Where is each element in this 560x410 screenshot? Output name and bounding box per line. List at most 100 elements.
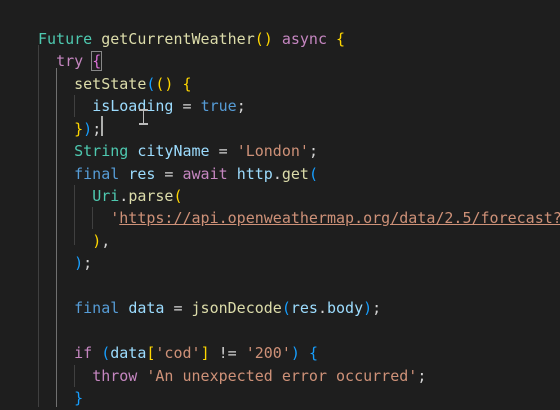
code-token: , [101,232,111,250]
code-token: cityName [137,142,210,160]
code-line[interactable]: }); [0,118,560,141]
code-token: res [128,165,156,183]
code-token: . [317,299,327,317]
code-line[interactable]: Future getCurrentWeather() async { [0,28,560,51]
code-token: data [110,344,147,362]
code-token: res [290,299,318,317]
code-token: = [173,97,201,115]
code-token: getCurrentWeather [101,30,255,48]
code-token: ( [101,344,111,362]
code-token: http [236,165,273,183]
code-token: try [56,52,84,70]
code-token: parse [128,187,174,205]
code-token: Future [38,30,93,48]
code-token: ( [281,299,291,317]
code-line[interactable]: } [0,387,560,410]
code-token: final [74,165,120,183]
code-token: { [308,344,318,362]
code-line[interactable]: if (data['cod'] != '200') { [0,342,560,365]
code-token: = [164,299,192,317]
code-token: ; [83,254,93,272]
code-token: 'London' [236,142,309,160]
code-token: } [74,389,84,407]
code-token: '200' [245,344,291,362]
code-token: Uri [92,187,120,205]
code-token: 'cod' [155,344,201,362]
code-token: { [91,51,103,71]
code-token: ; [417,367,427,385]
code-token: . [119,187,129,205]
code-line[interactable]: setState(() { [0,73,560,96]
code-line[interactable]: throw 'An unexpected error occurred'; [0,365,560,388]
code-token: } [74,120,84,138]
code-token: body [327,299,364,317]
code-token: = [155,165,183,183]
code-token: isLoading [92,97,174,115]
code-token: { [182,75,192,93]
code-token: ) [290,344,300,362]
code-line[interactable] [0,275,560,298]
code-token: ( [308,165,318,183]
code-line[interactable]: Uri.parse( [0,185,560,208]
code-token: if [74,344,93,362]
code-token: ; [372,299,382,317]
code-line[interactable]: isLoading = true; [0,95,560,118]
code-token: final [74,299,120,317]
mouse-ibeam-pointer [139,109,148,125]
code-token: . [272,165,282,183]
code-token: ' [110,209,120,227]
editor-top-edge [0,0,560,14]
code-token: ; [92,120,102,138]
code-line[interactable]: String cityName = 'London'; [0,140,560,163]
code-token: String [74,142,129,160]
code-token: ] [200,344,210,362]
code-token: ) [74,254,84,272]
code-token: await [182,165,228,183]
code-token: ( [173,187,183,205]
code-line[interactable]: final res = await http.get( [0,163,560,186]
code-token: ) [363,299,373,317]
code-token: () [254,30,273,48]
code-line[interactable]: 'https://api.openweathermap.org/data/2.5… [0,207,560,230]
code-token: ; [308,142,318,160]
code-token: { [336,30,346,48]
code-token: != [209,344,246,362]
code-editor[interactable]: Future getCurrentWeather() async { try {… [0,0,560,407]
code-line[interactable] [0,320,560,343]
code-line[interactable]: try { [0,50,560,73]
code-token: https://api.openweathermap.org/data/2.5/… [119,209,560,227]
code-line[interactable]: ); [0,252,560,275]
text-cursor [101,116,103,136]
code-token: throw [92,367,138,385]
code-line[interactable]: final data = jsonDecode(res.body); [0,297,560,320]
code-token: ) [83,120,93,138]
code-token: = [209,142,237,160]
code-token: async [281,30,327,48]
code-token: jsonDecode [191,299,282,317]
code-token: 'An unexpected error occurred' [146,367,418,385]
code-line[interactable]: ), [0,230,560,253]
